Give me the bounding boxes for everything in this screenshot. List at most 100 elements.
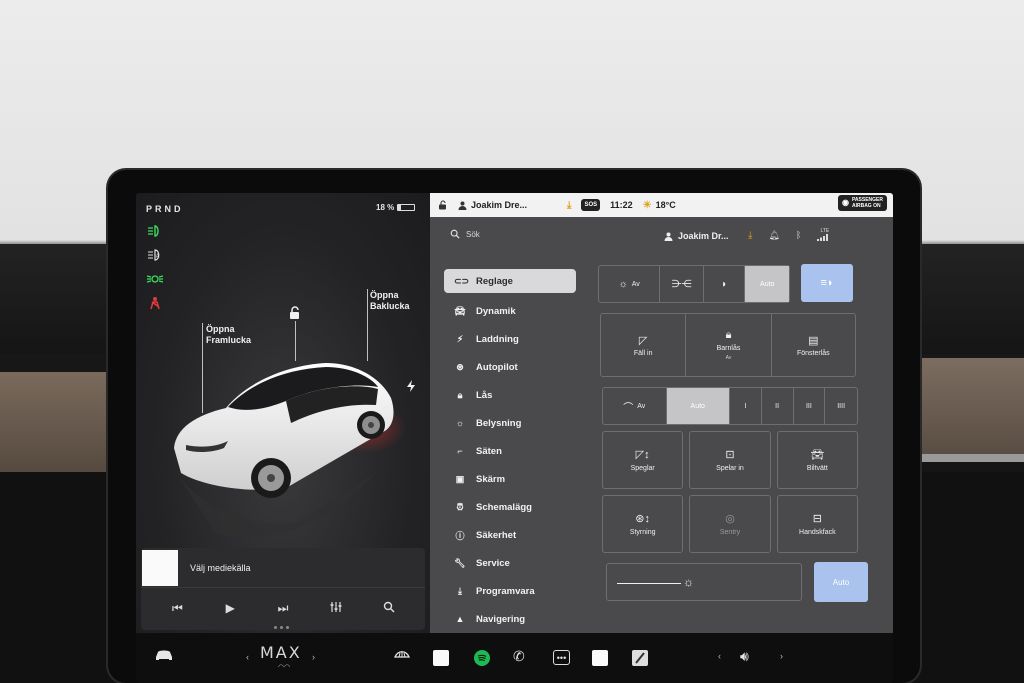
previous-icon[interactable]: ⏮ [167,601,187,616]
chrome-trim [905,454,1024,462]
child-lock-button[interactable]: 🔒︎ Barnlås Av [686,314,772,376]
quick-controls-grid: ◸↕ Speglar ⊡ Spelar in 🚘︎ Biltvätt ⊛↕ Styrni… [602,431,858,553]
wiper-speed-label: II [775,402,780,410]
play-icon[interactable]: ▶ [220,601,240,615]
top-status-icons: ⤓ 🔔︎ ᛒ LTE [748,229,829,241]
trunk-label-line1: Öppna [370,290,399,300]
profile-menu[interactable]: Joakim Dr... [664,231,729,241]
parking-lights-button[interactable]: ⋺⋲ [660,266,704,302]
parking-lights-icon: ⋺⋲ [671,278,692,290]
temp-down-chevron-icon[interactable]: ‹ [246,652,249,662]
menu-item-schemalagg[interactable]: ⏰︎ Schemalägg [444,493,576,521]
menu-item-laddning[interactable]: ⚡︎ Laddning [444,325,576,353]
unlock-icon[interactable] [288,306,302,325]
car-image [174,363,406,538]
volume-up-chevron-icon[interactable]: › [780,651,783,661]
menu-label: Schemalägg [476,501,532,513]
mirror-icon: ◸ [638,334,648,347]
menu-item-service[interactable]: 🔧︎ Service [444,549,576,577]
profile-button[interactable]: Joakim Dre... [458,200,527,210]
child-lock-label: Barnlås [716,345,741,352]
low-beam-button[interactable]: ◗ [704,266,746,302]
seat-heater-icon[interactable]: ◠◠ [278,663,290,671]
menu-item-saten[interactable]: ⌐ Säten [444,437,576,465]
media-source-row[interactable]: Välj mediekälla [141,548,425,588]
brightness-slider[interactable]: ☼ [606,563,802,601]
wiper-speed-3[interactable]: III [794,388,826,424]
fold-mirrors-button[interactable]: ◸ Fäll in [601,314,687,376]
lock-icon: 🔒︎ [457,389,463,400]
charge-port-icon[interactable] [406,379,416,397]
steering-adjust-button[interactable]: ⊛↕ Styrning [602,495,684,553]
more-apps-icon[interactable]: ••• [553,650,570,665]
temperature-value: 18°C [655,200,676,210]
phone-icon[interactable]: ✆ [513,648,525,665]
next-icon[interactable]: ⏭ [273,601,293,616]
volume-down-chevron-icon[interactable]: ‹ [718,651,721,661]
album-art [142,549,178,586]
window-lock-button[interactable]: ▤ Fönsterlås [772,314,855,376]
search-icon[interactable] [379,601,399,616]
car-icon[interactable] [154,648,174,662]
download-icon[interactable]: ⤓ [748,230,752,241]
wiper-speed-2[interactable]: II [762,388,794,424]
wiper-speed-label: III [805,402,812,410]
menu-item-las[interactable]: 🔒︎ Lås [444,381,576,409]
menu-item-dynamik[interactable]: 🚘︎ Dynamik [444,297,576,325]
mirrors-button[interactable]: ◸↕ Speglar [602,431,684,489]
menu-item-navigering[interactable]: ▲ Navigering [444,605,576,633]
bell-icon[interactable]: 🔔︎ [768,230,779,241]
wiper-speed-4[interactable]: IIII [825,388,857,424]
download-icon[interactable]: ⤓ [567,200,571,211]
lock-controls: ◸ Fäll in 🔒︎ Barnlås Av ▤ Fönsterlås [600,313,856,377]
car-icon: 🚘︎ [454,305,466,316]
battery-icon [397,204,416,211]
seatbelt-warning-icon [146,295,164,311]
menu-item-autopilot[interactable]: ⊛ Autopilot [444,353,576,381]
car-wash-button[interactable]: 🚘︎ Biltvätt [776,431,858,489]
lock-status-icon[interactable] [438,200,448,210]
toybox-icon[interactable] [632,650,648,666]
menu-label: Säten [476,445,502,457]
window-lock-label: Fönsterlås [796,349,830,357]
bluetooth-icon[interactable]: ᛒ [796,230,801,240]
open-frunk-button[interactable]: Öppna Framlucka [206,324,251,346]
menu-label: Programvara [476,585,535,597]
wipers-auto-button[interactable]: Auto [666,388,730,424]
spotify-icon[interactable] [474,650,490,666]
menu-item-sakerhet[interactable]: ⓘ Säkerhet [444,521,576,549]
sentry-button[interactable]: ◎ Sentry [689,495,771,553]
frunk-label-line2: Framlucka [206,335,252,345]
defrost-icon[interactable] [394,649,410,661]
dashcam-button[interactable]: ⊡ Spelar in [689,431,771,489]
temp-up-chevron-icon[interactable]: › [312,652,315,662]
brightness-auto-button[interactable]: Auto [814,562,868,602]
clock-icon: ⏰︎ [456,501,464,512]
climate-max-label[interactable]: MAX [260,643,302,662]
menu-item-skarm[interactable]: ▣ Skärm [444,465,576,493]
child-lock-state: Av [725,355,732,361]
menu-item-programvara[interactable]: ⤓ Programvara [444,577,576,605]
sun-icon: ☼ [618,278,628,290]
page-dots [274,626,289,629]
open-trunk-button[interactable]: Öppna Baklucka [370,290,410,312]
app-calendar-icon[interactable] [592,650,608,666]
equalizer-icon[interactable] [326,601,346,616]
wipers-off-button[interactable]: ⌒ Av [603,388,667,424]
headlights-auto-button[interactable]: Auto [745,266,789,302]
volume-icon[interactable]: 🔊︎ [740,648,749,665]
menu-item-belysning[interactable]: ☼ Belysning [444,409,576,437]
headlights-off-label: Av [631,280,640,288]
brightness-handle-sun-icon[interactable]: ☼ [683,575,694,589]
search-input[interactable] [466,229,586,239]
seat-icon: ⌐ [457,446,463,456]
wiper-speed-1[interactable]: I [730,388,762,424]
glovebox-button[interactable]: ⊟ Handskfack [776,495,858,553]
menu-item-reglage[interactable]: ⊂⊃ Reglage [444,269,576,293]
menu-label: Laddning [476,333,519,345]
sos-button[interactable]: SOS [581,199,601,211]
app-white-square-icon[interactable] [433,650,449,666]
high-beam-button[interactable]: ≡◗ [801,264,853,302]
headlights-off-button[interactable]: ☼ Av [599,266,661,302]
settings-search[interactable] [450,229,586,239]
